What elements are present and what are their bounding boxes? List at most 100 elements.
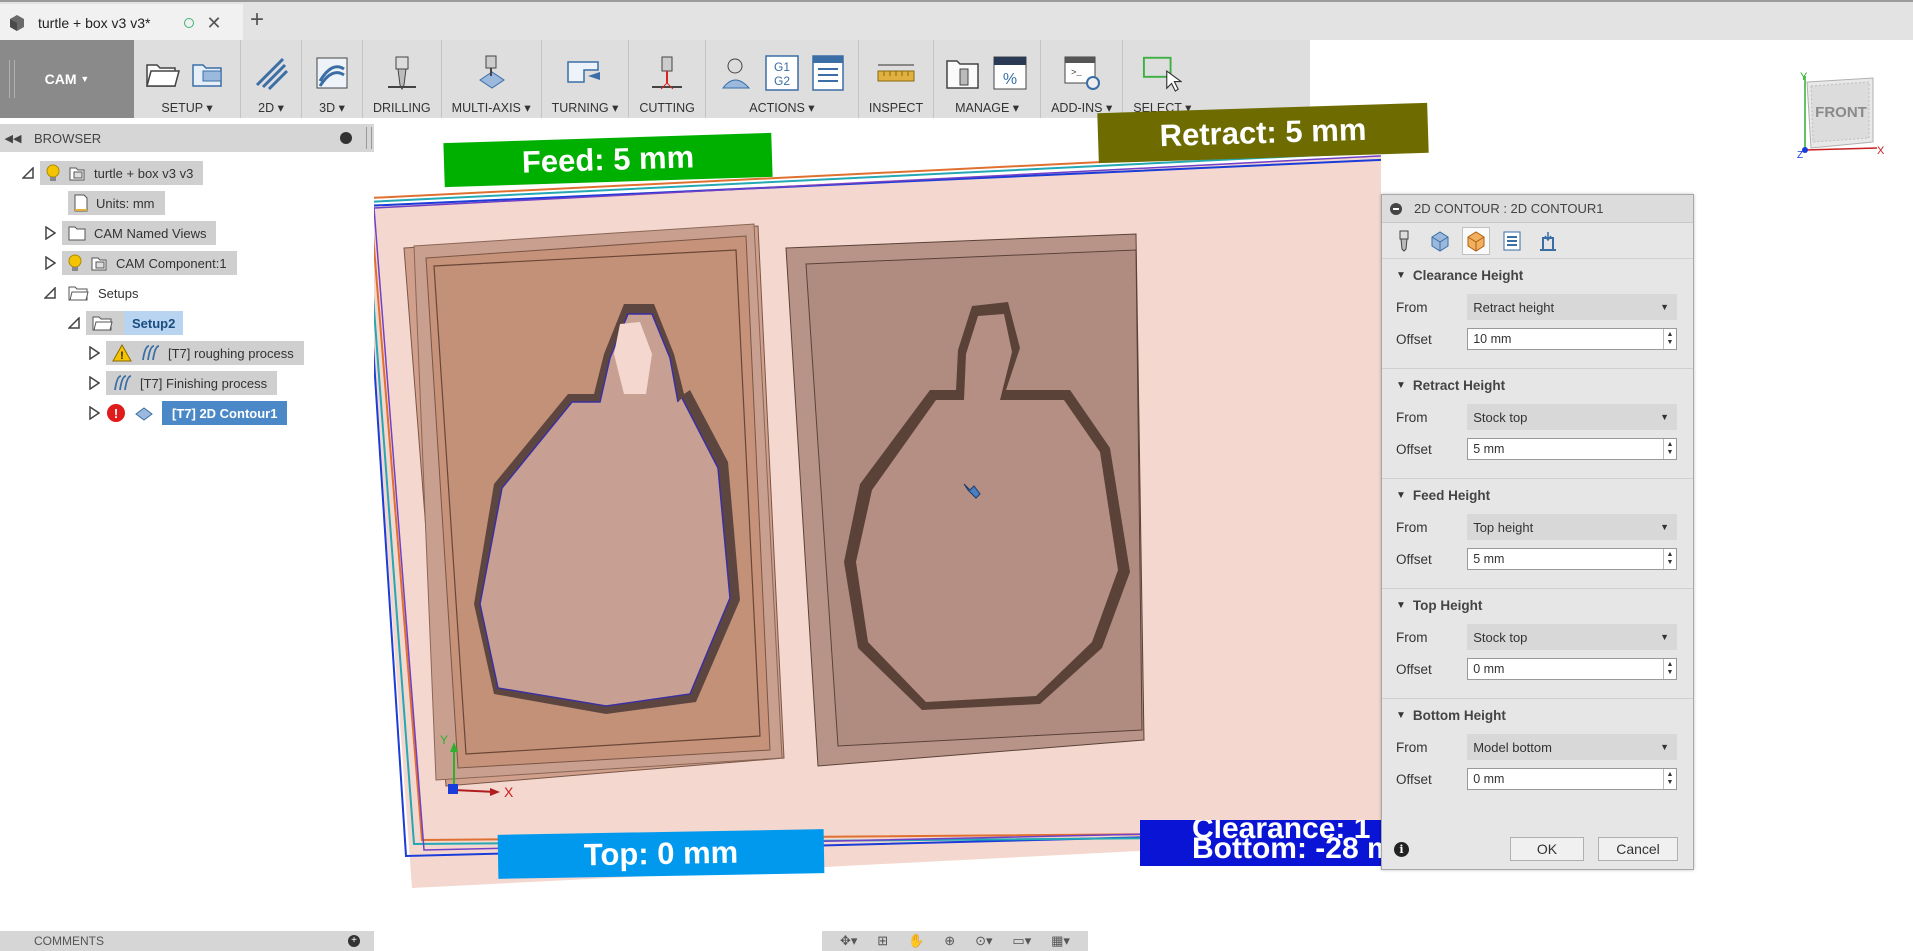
tree-row-units[interactable]: Units: mm — [68, 190, 165, 216]
cutting-group[interactable]: CUTTING — [629, 40, 706, 118]
tree-row-component[interactable]: CAM Component:1 — [42, 250, 237, 276]
multi-axis-icon[interactable] — [471, 53, 511, 93]
view-cube[interactable]: FRONT Y X Z — [1795, 70, 1885, 160]
tab-tool[interactable] — [1390, 227, 1418, 255]
add-ins-group[interactable]: >_ ADD-INS ▾ — [1041, 40, 1124, 118]
visibility-bulb-icon[interactable] — [46, 164, 60, 182]
close-tab-icon[interactable]: ✕ — [206, 13, 221, 34]
expand-triangle-icon[interactable] — [86, 405, 102, 421]
bottom-height-header[interactable]: ▼ Bottom Height — [1396, 699, 1677, 731]
cancel-button[interactable]: Cancel — [1598, 837, 1678, 861]
spinner-icon[interactable]: ▲ ▼ — [1663, 329, 1676, 349]
retract-height-header[interactable]: ▼ Retract Height — [1396, 369, 1677, 401]
grid-settings-icon[interactable]: ▦▾ — [1051, 933, 1070, 949]
feed-height-header[interactable]: ▼ Feed Height — [1396, 479, 1677, 511]
setup-group[interactable]: SETUP ▾ — [134, 40, 241, 118]
feed-from-select[interactable]: Top height ▼ — [1467, 514, 1677, 540]
setup-folder-icon[interactable] — [144, 53, 184, 93]
inspect-group[interactable]: INSPECT — [859, 40, 935, 118]
retract-offset-input[interactable]: 5 mm ▲ ▼ — [1467, 438, 1677, 460]
tree-row-setup2[interactable]: Setup2 — [66, 310, 184, 336]
minimize-dialog-icon[interactable] — [1390, 202, 1402, 215]
setup-sheet-report-icon[interactable] — [808, 53, 848, 93]
clearance-offset-input[interactable]: 10 mm ▲ ▼ — [1467, 328, 1677, 350]
tree-row-finishing[interactable]: [T7] Finishing process — [86, 370, 278, 396]
pin-browser-icon[interactable] — [340, 132, 352, 144]
select-icon[interactable] — [1142, 53, 1183, 93]
panel-grip-icon[interactable] — [366, 127, 372, 149]
turning-icon[interactable] — [565, 53, 605, 93]
feed-offset-input[interactable]: 5 mm ▲ ▼ — [1467, 548, 1677, 570]
3d-toolpath-icon[interactable] — [312, 53, 352, 93]
look-at-icon[interactable]: ⊞ — [877, 933, 888, 949]
top-offset-input[interactable]: 0 mm ▲ ▼ — [1467, 658, 1677, 680]
fit-icon[interactable]: ⊙▾ — [975, 933, 992, 949]
template-library-icon[interactable]: % — [990, 53, 1030, 93]
post-process-icon[interactable]: G1 G2 — [762, 53, 802, 93]
tree-row-setups[interactable]: Setups — [42, 280, 148, 306]
collapse-triangle-icon[interactable] — [66, 315, 82, 331]
display-settings-icon[interactable]: ▭▾ — [1012, 933, 1031, 949]
clearance-from-select[interactable]: Retract height ▼ — [1467, 294, 1677, 320]
top-height-header[interactable]: ▼ Top Height — [1396, 589, 1677, 621]
scripts-addins-icon[interactable]: >_ — [1062, 53, 1102, 93]
dialog-title-bar[interactable]: 2D CONTOUR : 2D CONTOUR1 — [1382, 195, 1693, 223]
spinner-icon[interactable]: ▲ ▼ — [1663, 659, 1676, 679]
tab-passes[interactable] — [1498, 227, 1526, 255]
2d-toolpath-icon[interactable] — [251, 53, 291, 93]
pan-icon[interactable]: ✋ — [908, 933, 924, 949]
spinner-icon[interactable]: ▲ ▼ — [1663, 439, 1676, 459]
collapse-triangle-icon[interactable] — [20, 165, 36, 181]
new-tab-button[interactable]: + — [250, 6, 264, 34]
manage-group[interactable]: % MANAGE ▾ — [934, 40, 1042, 118]
clearance-height-header[interactable]: ▼ Clearance Height — [1396, 259, 1677, 291]
tree-row-contour[interactable]: ! [T7] 2D Contour1 — [86, 400, 297, 426]
drill-icon[interactable] — [382, 54, 422, 94]
document-tab[interactable]: turtle + box v3 v3* ✕ — [0, 4, 243, 42]
top-from-select[interactable]: Stock top ▼ — [1467, 624, 1677, 650]
expand-triangle-icon[interactable] — [86, 375, 102, 391]
drilling-group[interactable]: DRILLING — [363, 40, 442, 118]
info-icon[interactable]: i — [1394, 841, 1409, 857]
3d-viewport[interactable]: X Y — [374, 118, 1381, 931]
ok-button[interactable]: OK — [1510, 837, 1584, 861]
comments-panel-header[interactable]: COMMENTS + — [0, 931, 374, 951]
visibility-bulb-icon[interactable] — [68, 254, 82, 272]
select-group[interactable]: SELECT ▾ — [1123, 40, 1201, 118]
spinner-icon[interactable]: ▲ ▼ — [1663, 549, 1676, 569]
tree-row-roughing[interactable]: ! [T7] roughing process — [86, 340, 304, 366]
tab-linking[interactable] — [1534, 227, 1562, 255]
bottom-offset-input[interactable]: 0 mm ▲ ▼ — [1467, 768, 1677, 790]
zoom-icon[interactable]: ⊕ — [944, 933, 955, 949]
units-node: Units: mm — [68, 191, 165, 215]
collapse-triangle-icon[interactable] — [42, 285, 58, 301]
tab-heights[interactable] — [1462, 226, 1490, 255]
tree-row-root[interactable]: turtle + box v3 v3 — [20, 160, 204, 186]
setup-sheet-icon[interactable] — [190, 53, 230, 93]
turning-group[interactable]: TURNING ▾ — [542, 40, 630, 118]
tree-row-named-views[interactable]: CAM Named Views — [42, 220, 217, 246]
3d-group[interactable]: 3D ▾ — [302, 40, 363, 118]
from-label: From — [1396, 739, 1428, 755]
measure-icon[interactable] — [876, 54, 916, 94]
collapse-browser-icon[interactable]: ◀◀ — [0, 132, 26, 145]
finishing-toolpath-icon — [114, 375, 132, 391]
spinner-icon[interactable]: ▲ ▼ — [1663, 769, 1676, 789]
bottom-from-select[interactable]: Model bottom ▼ — [1467, 734, 1677, 760]
cutting-icon[interactable] — [647, 54, 687, 94]
tool-library-icon[interactable] — [944, 53, 984, 93]
actions-group[interactable]: G1 G2 ACTIONS ▾ — [706, 40, 859, 118]
multi-axis-group[interactable]: MULTI-AXIS ▾ — [442, 40, 542, 118]
tab-geometry[interactable] — [1426, 227, 1454, 255]
simulate-icon[interactable] — [716, 53, 756, 93]
retract-from-select[interactable]: Stock top ▼ — [1467, 404, 1677, 430]
expand-triangle-icon[interactable] — [42, 255, 58, 271]
svg-text:>_: >_ — [1071, 68, 1082, 78]
cutting-label: CUTTING — [639, 101, 695, 115]
workspace-switcher[interactable]: CAM ▼ — [0, 40, 134, 118]
add-comment-icon[interactable]: + — [348, 935, 360, 947]
2d-group[interactable]: 2D ▾ — [241, 40, 302, 118]
expand-triangle-icon[interactable] — [42, 225, 58, 241]
expand-triangle-icon[interactable] — [86, 345, 102, 361]
orbit-icon[interactable]: ✥▾ — [840, 933, 857, 949]
